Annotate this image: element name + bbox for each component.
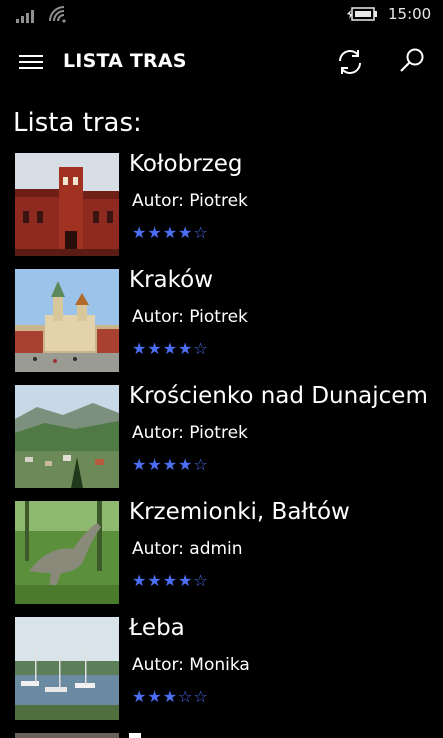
list-item[interactable]: Krościenko nad Dunajcem Autor: Piotrek ★…: [0, 383, 443, 501]
star-filled-icon: ★: [132, 687, 148, 706]
star-filled-icon: ★: [178, 571, 194, 590]
cellular-signal-icon: [16, 7, 38, 23]
rating-stars: ★★★☆☆: [132, 687, 209, 706]
route-author: Autor: Piotrek: [132, 423, 248, 443]
battery-charging-icon: [347, 7, 377, 21]
app-bar: LISTA TRAS: [0, 40, 443, 86]
list-item[interactable]: Łeba Autor: Monika ★★★☆☆: [0, 615, 443, 733]
search-icon[interactable]: [397, 46, 427, 76]
list-item[interactable]: Krzemionki, Bałtów Autor: admin ★★★★☆: [0, 499, 443, 617]
star-empty-icon: ☆: [193, 571, 209, 590]
star-filled-icon: ★: [162, 571, 179, 590]
star-empty-icon: ☆: [193, 223, 209, 242]
star-filled-icon: ★: [147, 687, 163, 706]
route-author: Autor: Monika: [132, 655, 250, 675]
star-empty-icon: ☆: [178, 687, 194, 706]
star-empty-icon: ☆: [193, 687, 209, 706]
wawel-castle-photo: [15, 269, 119, 372]
status-time: 15:00: [388, 5, 432, 23]
star-filled-icon: ★: [178, 455, 194, 474]
route-photo-partial: [15, 733, 119, 738]
route-name: Krościenko nad Dunajcem: [129, 383, 428, 409]
star-empty-icon: ☆: [193, 455, 209, 474]
route-name: Kołobrzeg: [129, 151, 243, 177]
star-filled-icon: ★: [132, 571, 148, 590]
star-filled-icon: ★: [132, 339, 148, 358]
star-filled-icon: ★: [147, 223, 163, 242]
star-filled-icon: ★: [147, 339, 163, 358]
route-author: Autor: Piotrek: [132, 307, 248, 327]
route-name: Kraków: [129, 267, 214, 293]
list-item[interactable]: Kraków Autor: Piotrek ★★★★☆: [0, 267, 443, 385]
screen: 15:00 LISTA TRAS Lista tras: Kołobrzeg A…: [0, 0, 443, 738]
hamburger-menu-icon[interactable]: [19, 53, 43, 71]
rating-stars: ★★★★☆: [132, 571, 209, 590]
rating-stars: ★★★★☆: [132, 339, 209, 358]
rating-stars: ★★★★☆: [132, 223, 209, 242]
star-filled-icon: ★: [147, 455, 163, 474]
route-name-partial: [129, 733, 141, 738]
route-author: Autor: admin: [132, 539, 243, 559]
refresh-icon[interactable]: [335, 47, 365, 77]
dinosaur-park-photo: [15, 501, 119, 604]
status-bar: 15:00: [0, 0, 443, 30]
list-heading: Lista tras:: [13, 108, 142, 138]
star-filled-icon: ★: [162, 223, 179, 242]
route-list: Kołobrzeg Autor: Piotrek ★★★★☆ Kraków Au…: [0, 151, 443, 733]
star-filled-icon: ★: [178, 223, 194, 242]
page-title: LISTA TRAS: [63, 50, 187, 72]
star-filled-icon: ★: [162, 687, 179, 706]
star-empty-icon: ☆: [193, 339, 209, 358]
mountain-valley-photo: [15, 385, 119, 488]
star-filled-icon: ★: [178, 339, 194, 358]
star-filled-icon: ★: [147, 571, 163, 590]
town-hall-photo: [15, 153, 119, 256]
star-filled-icon: ★: [162, 339, 179, 358]
list-item[interactable]: Kołobrzeg Autor: Piotrek ★★★★☆: [0, 151, 443, 269]
star-filled-icon: ★: [132, 455, 148, 474]
list-item-partial[interactable]: [0, 733, 443, 738]
star-filled-icon: ★: [132, 223, 148, 242]
route-name: Łeba: [129, 615, 185, 641]
rating-stars: ★★★★☆: [132, 455, 209, 474]
harbor-photo: [15, 617, 119, 720]
star-filled-icon: ★: [162, 455, 179, 474]
route-author: Autor: Piotrek: [132, 191, 248, 211]
wifi-icon: [49, 6, 66, 23]
route-name: Krzemionki, Bałtów: [129, 499, 350, 525]
